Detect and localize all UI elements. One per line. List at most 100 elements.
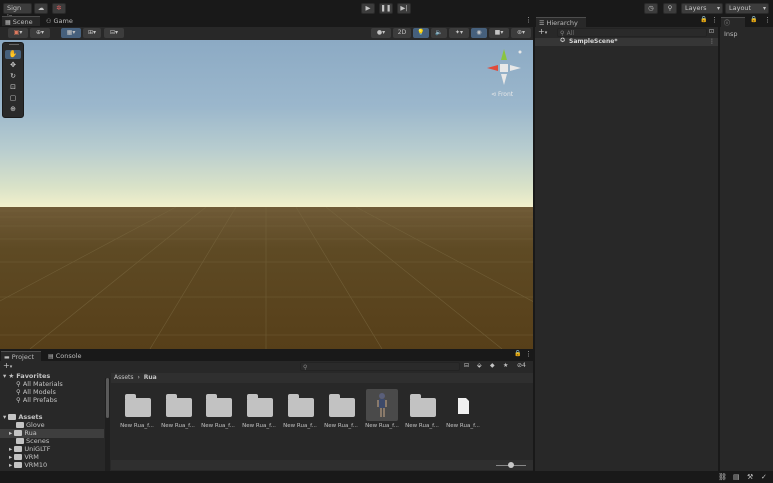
- tab-inspector[interactable]: ⓘ Insp: [721, 17, 745, 38]
- audio-toggle[interactable]: 🔈: [431, 28, 447, 38]
- hidden-objects-toggle[interactable]: ◉: [471, 28, 487, 38]
- cache-server-icon[interactable]: ▤: [733, 473, 740, 481]
- tree-scrollbar-thumb[interactable]: [106, 378, 109, 418]
- asset-item[interactable]: New Rua_f...: [403, 390, 441, 434]
- layers-dropdown[interactable]: Layers: [681, 3, 723, 14]
- draw-mode-dropdown[interactable]: ▣▾: [8, 28, 28, 38]
- search-icon: ⚲: [16, 388, 21, 396]
- asset-item-selected[interactable]: New Rua_f...: [363, 389, 401, 434]
- cloud-icon: ☁: [37, 4, 45, 12]
- asset-item[interactable]: New Rua_f...: [281, 390, 319, 434]
- hierarchy-search-input[interactable]: ⚲ All: [557, 28, 707, 37]
- create-button[interactable]: +▾: [538, 27, 547, 36]
- scene-row[interactable]: ✪ SampleScene* ⋮: [535, 37, 718, 46]
- folder-icon: [123, 390, 151, 420]
- palette-handle[interactable]: [9, 44, 19, 45]
- asset-item[interactable]: New Rua_f...: [159, 390, 197, 434]
- tag-icon[interactable]: ◆: [490, 362, 495, 369]
- main-toolbar: Sign in ☁ ✲ ▶ ❚❚ ▶| ◷ ⚲ Layers Layout: [0, 0, 773, 21]
- project-menu-icon[interactable]: ⋮: [525, 350, 532, 358]
- tab-hierarchy[interactable]: ☰ Hierarchy: [536, 17, 586, 27]
- search-by-type-icon[interactable]: ⊟: [464, 362, 469, 369]
- project-folder-tree: ▾ ★ Favorites ⚲ All Materials ⚲ All Mode…: [0, 372, 110, 471]
- collab-button[interactable]: ✲: [52, 3, 66, 14]
- search-button[interactable]: ⚲: [663, 3, 677, 14]
- character-model-icon: [366, 389, 398, 421]
- hidden-packages-toggle[interactable]: ⊘4: [517, 362, 526, 369]
- rect-tool-button[interactable]: ▢: [5, 94, 21, 103]
- scene-viewport[interactable]: ⊲ Front: [0, 40, 533, 349]
- orientation-gizmo[interactable]: [484, 48, 524, 86]
- history-button[interactable]: ◷: [644, 3, 658, 14]
- grid-visibility-dropdown[interactable]: ⊟▾: [104, 28, 124, 38]
- gizmos-dropdown[interactable]: ⊛▾: [511, 28, 531, 38]
- inspector-menu-icon[interactable]: ⋮: [764, 16, 771, 24]
- lighting-toggle[interactable]: 💡: [413, 28, 429, 38]
- debug-mode-icon[interactable]: ⚒: [747, 473, 753, 481]
- asset-item[interactable]: New Rua_f...: [199, 390, 237, 434]
- project-search-input[interactable]: ⚲: [300, 362, 460, 371]
- breadcrumb-item[interactable]: Assets: [114, 374, 134, 381]
- search-placeholder: All: [566, 30, 575, 37]
- zoom-slider-thumb[interactable]: [508, 462, 514, 468]
- search-options-icon[interactable]: ⊡: [709, 28, 714, 35]
- hierarchy-menu-icon[interactable]: ⋮: [711, 16, 718, 24]
- rotate-tool-button[interactable]: ↻: [5, 72, 21, 81]
- star-icon: ★: [8, 372, 15, 380]
- network-icon[interactable]: ⛓: [718, 473, 727, 481]
- folder-icon: [16, 422, 24, 428]
- hidden-packages-count: 4: [522, 362, 526, 369]
- sign-in-button[interactable]: Sign in: [3, 3, 32, 21]
- favorites-label: Favorites: [16, 372, 51, 380]
- folder-item[interactable]: ▸ VRM10: [9, 461, 47, 469]
- scale-icon: ⊡: [10, 83, 16, 91]
- asset-item[interactable]: New Rua_f...: [240, 390, 278, 434]
- tab-console[interactable]: ▤ Console: [45, 351, 85, 361]
- status-check-icon[interactable]: ✓: [761, 473, 767, 481]
- tree-scrollbar[interactable]: [105, 378, 110, 471]
- play-button[interactable]: ▶: [361, 3, 375, 14]
- asset-item[interactable]: New Rua_f...: [444, 390, 482, 434]
- layout-dropdown[interactable]: Layout: [725, 3, 769, 14]
- camera-dropdown[interactable]: ■▾: [489, 28, 509, 38]
- asset-item[interactable]: New Rua_f...: [322, 390, 360, 434]
- favorite-label: All Prefabs: [22, 396, 58, 404]
- favorite-star-icon[interactable]: ★: [503, 362, 508, 369]
- scene-menu-kebab[interactable]: ⋮: [709, 38, 715, 46]
- breadcrumb-current[interactable]: Rua: [144, 374, 157, 381]
- move-tool-button[interactable]: ✥: [5, 61, 21, 70]
- asset-item[interactable]: New Rua_f...: [118, 390, 156, 434]
- camera-icon: ■: [494, 29, 501, 36]
- lock-icon[interactable]: 🔒: [700, 16, 707, 23]
- pause-button[interactable]: ❚❚: [379, 3, 393, 14]
- toggle-2d-button[interactable]: 2D: [393, 28, 411, 38]
- scale-tool-button[interactable]: ⊡: [5, 83, 21, 92]
- tab-project[interactable]: ▬ Project: [1, 351, 41, 361]
- project-lock-icon[interactable]: 🔒: [514, 350, 521, 357]
- gizmo-view-label: ⊲ Front: [491, 91, 513, 98]
- hand-tool-button[interactable]: ✋: [5, 50, 21, 59]
- info-icon: ⓘ: [724, 20, 731, 27]
- asset-label: New Rua_f...: [365, 423, 399, 429]
- project-create-button[interactable]: +▾: [3, 361, 12, 370]
- cloud-button[interactable]: ☁: [34, 3, 48, 14]
- collapse-arrow-icon: ▸: [9, 461, 13, 469]
- inspector-lock-icon[interactable]: 🔒: [750, 16, 757, 23]
- effects-dropdown[interactable]: ✦▾: [449, 28, 469, 38]
- folder-label: VRM: [24, 453, 39, 461]
- tab-game[interactable]: ⚇ Game: [43, 16, 77, 26]
- folder-open-icon: [8, 414, 17, 420]
- grid-snap-dropdown[interactable]: ▦▾: [61, 28, 81, 38]
- pivot-dropdown[interactable]: ⊕▾: [30, 28, 50, 38]
- search-by-label-icon[interactable]: ⬙: [477, 362, 482, 369]
- render-mode-dropdown[interactable]: ●▾: [371, 28, 391, 38]
- scene-name: SampleScene*: [569, 38, 618, 45]
- step-button[interactable]: ▶|: [397, 3, 411, 14]
- tab-scene[interactable]: ▦ Scene: [2, 16, 40, 26]
- favorite-item[interactable]: ⚲ All Prefabs: [16, 396, 57, 405]
- tab-inspector-label: Insp: [724, 30, 738, 38]
- snap-increment-button[interactable]: ⊞▾: [83, 28, 101, 38]
- transform-tool-button[interactable]: ⊕: [5, 105, 21, 114]
- scene-menu-icon[interactable]: ⋮: [525, 16, 532, 24]
- asset-label: New Rua_f...: [446, 423, 480, 429]
